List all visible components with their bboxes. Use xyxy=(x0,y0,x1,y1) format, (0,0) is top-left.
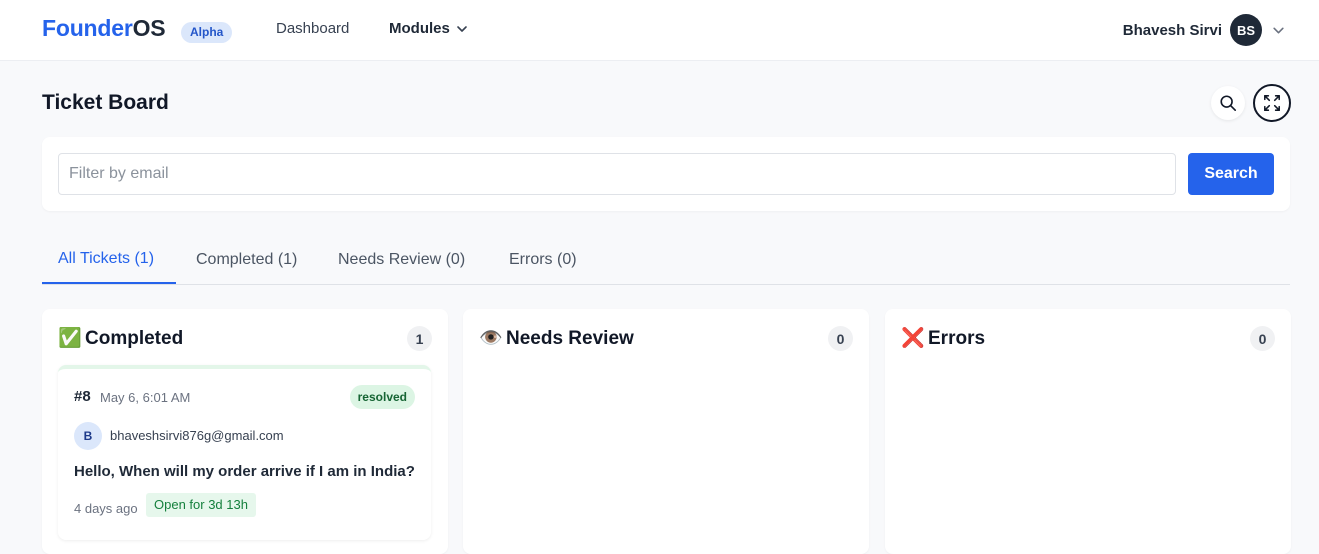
ticket-message: Hello, When will my order arrive if I am… xyxy=(74,463,415,480)
nav-modules-label: Modules xyxy=(389,20,450,37)
ticket-card[interactable]: #8 May 6, 6:01 AM resolved B bhaveshsirv… xyxy=(58,365,431,540)
column-title: Needs Review xyxy=(506,328,634,349)
ticket-date: May 6, 6:01 AM xyxy=(100,390,191,405)
column-needs-review: 👁️ Needs Review 0 xyxy=(463,309,869,554)
ticket-id: #8 xyxy=(74,388,91,405)
fullscreen-button[interactable] xyxy=(1253,84,1291,122)
column-completed: ✅ Completed 1 #8 May 6, 6:01 AM resolved… xyxy=(42,309,448,554)
brand-logo[interactable]: Founder OS xyxy=(42,15,166,42)
page-title: Ticket Board xyxy=(42,91,169,114)
open-duration-badge: Open for 3d 13h xyxy=(146,493,256,517)
search-toggle-button[interactable] xyxy=(1211,86,1245,120)
user-menu[interactable]: Bhavesh Sirvi BS xyxy=(1123,13,1285,47)
chevron-down-icon xyxy=(1273,27,1284,33)
column-errors: ❌ Errors 0 xyxy=(885,309,1291,554)
tab-all-tickets[interactable]: All Tickets (1) xyxy=(58,250,154,268)
cross-mark-icon: ❌ xyxy=(901,328,925,349)
chevron-down-icon xyxy=(457,25,467,32)
email-filter-input[interactable] xyxy=(58,153,1176,195)
top-navigation-bar: Founder OS Alpha Dashboard Modules Bhaves… xyxy=(0,0,1319,61)
nav-dashboard-label: Dashboard xyxy=(276,20,350,37)
filter-panel: Search xyxy=(42,137,1290,211)
status-badge: resolved xyxy=(349,385,415,409)
nav-modules-dropdown[interactable]: Modules xyxy=(389,20,468,37)
eye-icon: 👁️ xyxy=(479,328,503,349)
ticket-tabs: All Tickets (1) Completed (1) Needs Revi… xyxy=(42,236,1290,285)
expand-icon xyxy=(1264,95,1280,111)
column-count-badge: 0 xyxy=(1250,326,1275,351)
tab-completed[interactable]: Completed (1) xyxy=(196,251,297,269)
ticket-age: 4 days ago xyxy=(74,501,138,516)
column-title: Completed xyxy=(85,328,184,349)
user-name: Bhavesh Sirvi xyxy=(1122,21,1222,39)
nav-dashboard-link[interactable]: Dashboard xyxy=(276,20,349,37)
customer-avatar: B xyxy=(74,422,102,450)
customer-email: bhaveshsirvi876g@gmail.com xyxy=(110,428,284,443)
tab-errors[interactable]: Errors (0) xyxy=(509,251,577,269)
column-count-badge: 0 xyxy=(828,326,853,351)
tab-needs-review[interactable]: Needs Review (0) xyxy=(338,251,465,269)
search-button[interactable]: Search xyxy=(1188,153,1274,195)
column-count-badge: 1 xyxy=(407,326,432,351)
column-title: Errors xyxy=(928,328,986,349)
user-avatar: BS xyxy=(1230,14,1262,46)
active-tab-indicator xyxy=(42,282,176,284)
brand-name-accent: Founder xyxy=(42,15,133,41)
brand-name-rest: OS xyxy=(132,15,166,41)
alpha-badge: Alpha xyxy=(181,22,233,43)
check-mark-icon: ✅ xyxy=(58,328,82,349)
search-icon xyxy=(1220,95,1237,112)
